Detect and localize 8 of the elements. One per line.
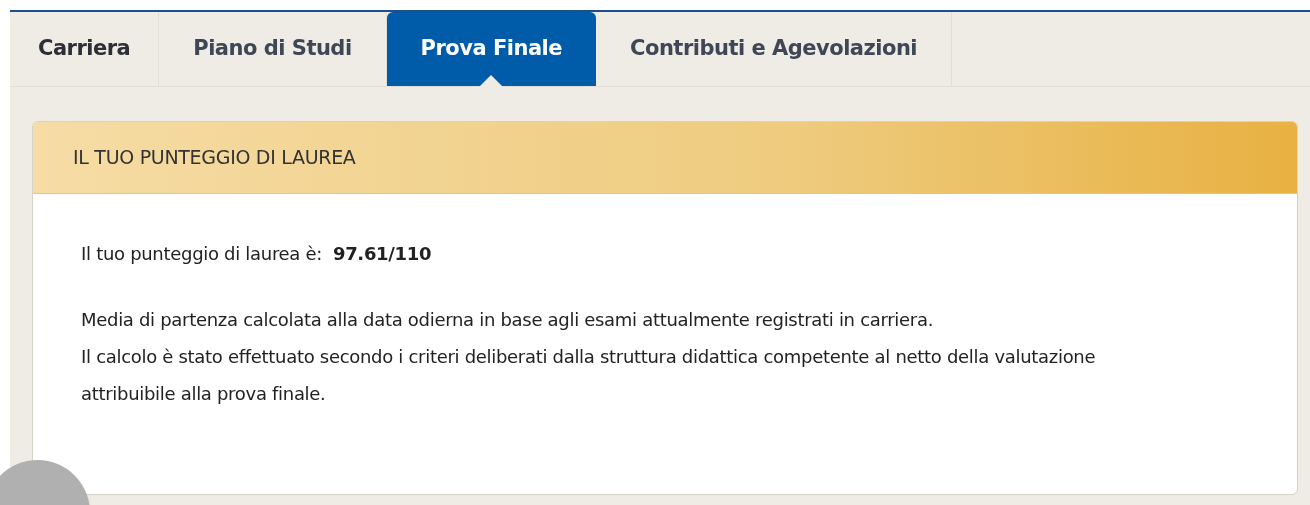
tab[interactable]: Prova Finale <box>386 12 597 86</box>
card-title: IL TUO PUNTEGGIO DI LAUREA <box>73 145 356 171</box>
score-text: Il tuo punteggio di laurea è: 97.61/110 <box>81 242 433 266</box>
tab[interactable]: Contributi e Agevolazioni <box>596 12 953 86</box>
tab[interactable]: Carriera <box>10 12 160 86</box>
info-text: Media di partenza calcolata alla data odierna in base agli esami attualmente registrati in carriera. <box>81 308 935 332</box>
tab[interactable]: Piano di Studi <box>159 12 387 86</box>
info-text: Il calcolo è stato effettuato secondo i criteri deliberati dalla struttura didattica competente al netto della valutazione attribuibile alla prova finale. <box>81 345 1097 406</box>
